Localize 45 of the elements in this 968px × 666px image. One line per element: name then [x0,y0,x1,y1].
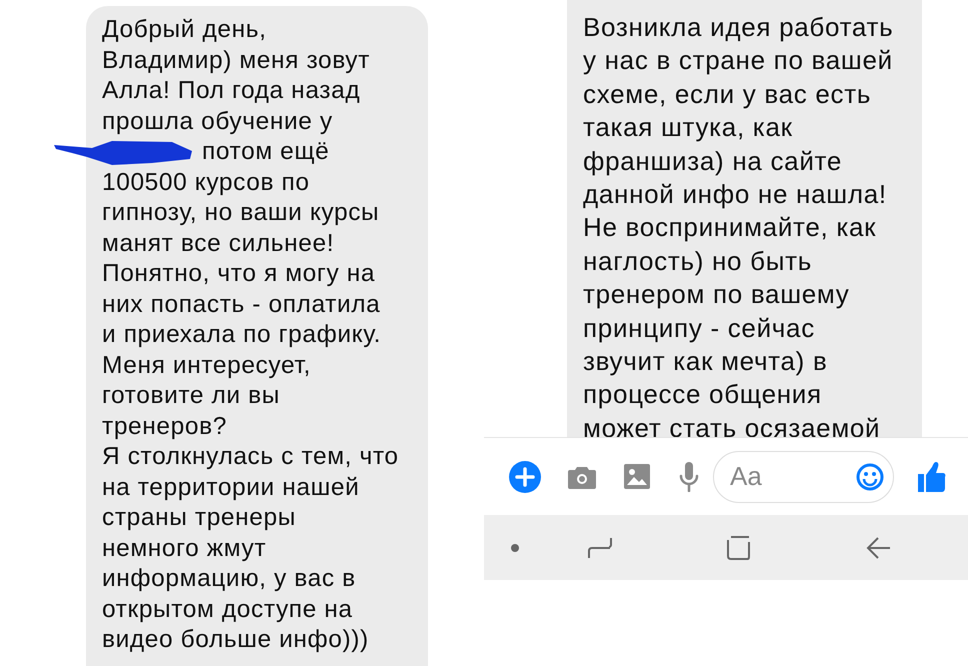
message-line: может стать осязаемой [583,412,880,437]
message-line: Не воспринимайте, как [583,212,876,242]
message-line: на территории нашей [102,474,360,500]
message-line: принципу - сейчас [583,312,815,343]
message-line: них попасть - оплатила [102,290,380,318]
message-line: манят все сильнее! [102,230,334,256]
recent-apps-icon[interactable] [588,536,612,560]
message-line: тренером по вашему [583,279,850,310]
microphone-icon[interactable] [679,462,699,492]
message-line: гипнозу, но ваши курсы [102,199,380,226]
message-line: франшиза) на сайте [583,146,842,176]
message-line: у нас в стране по вашей [583,45,893,76]
message-line: процессе общения [583,379,822,410]
emoji-icon[interactable] [856,462,884,490]
message-line: Я столкнулась с тем, что [102,443,399,470]
message-line: Меня интересует, [102,352,311,378]
message-line: звучит как мечта) в [583,346,828,376]
message-line: и приехала по графику. [102,321,382,348]
message-field[interactable]: Aa [713,450,894,502]
message-line: потом ещё [201,138,330,165]
message-line: Понятно, что я могу на [102,260,376,287]
message-line: прошла обучение у [102,108,333,134]
message-line: схеме, если у вас есть [583,78,872,109]
dot-icon[interactable] [510,542,520,552]
message-line: Возникла идея работать [583,12,894,42]
message-line: Добрый день, [102,16,266,43]
message-line: страны тренеры [102,504,296,531]
message-line: такая штука, как [583,112,793,142]
message-line: готовите ли вы [102,382,280,409]
message-line: открытом доступе на [102,596,353,622]
image-icon[interactable] [624,464,650,489]
camera-icon[interactable] [568,464,596,488]
message-line: Алла! Пол года назад [102,77,360,104]
back-icon[interactable] [866,536,890,560]
message-line: наглость) но быть [583,246,812,276]
home-icon[interactable] [726,534,752,560]
message-line: данной инфо не нашла! [583,179,887,210]
message-line: немного жмут [102,534,266,562]
plus-icon[interactable] [509,460,541,492]
message-line: тренеров? [102,412,227,440]
thumbs-up-icon[interactable] [918,462,946,492]
message-line: видео больше инфо))) [102,626,369,653]
message-line: информацию, у вас в [102,565,356,592]
message-line: Владимир) меня зовут [102,46,370,74]
message-line: 100500 курсов по [102,168,310,196]
